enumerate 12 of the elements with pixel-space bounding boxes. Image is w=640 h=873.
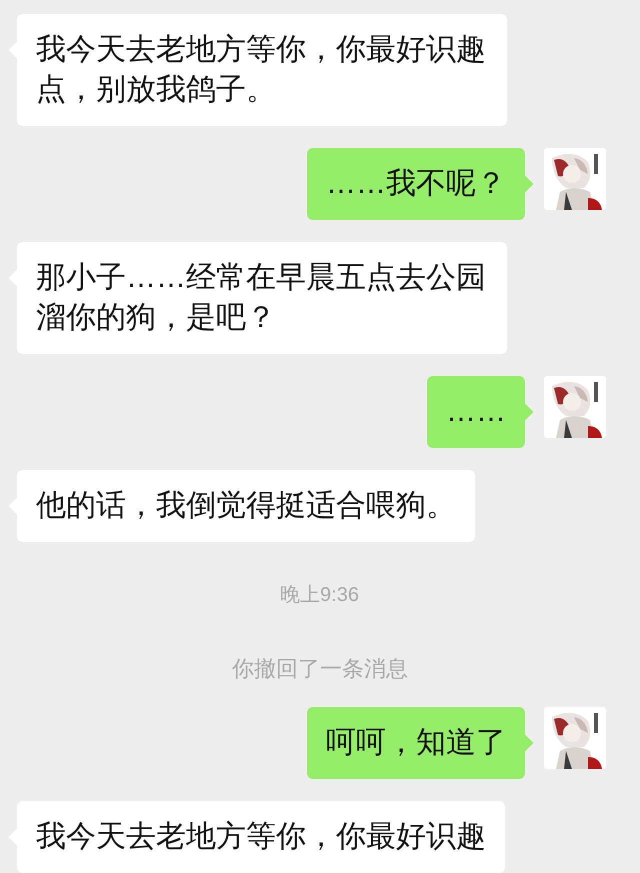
message-bubble[interactable]: 呵呵，知道了 bbox=[307, 707, 525, 779]
message-bubble[interactable]: 他的话，我倒觉得挺适合喂狗。 bbox=[17, 470, 475, 542]
message-bubble[interactable]: 我今天去老地方等你，你最好识趣 bbox=[17, 801, 505, 873]
message-bubble[interactable]: 我今天去老地方等你，你最好识趣点，别放我鸽子。 bbox=[17, 14, 507, 126]
avatar[interactable] bbox=[544, 148, 606, 210]
avatar[interactable] bbox=[544, 376, 606, 438]
message-bubble[interactable]: …… bbox=[427, 376, 525, 448]
timestamp: 晚上9:36 bbox=[280, 583, 359, 608]
system-notice: 你撤回了一条消息 bbox=[232, 655, 408, 683]
message-bubble[interactable]: ……我不呢？ bbox=[307, 148, 525, 220]
avatar[interactable] bbox=[544, 707, 606, 769]
message-bubble[interactable]: 那小子……经常在早晨五点去公园溜你的狗，是吧？ bbox=[17, 242, 507, 354]
